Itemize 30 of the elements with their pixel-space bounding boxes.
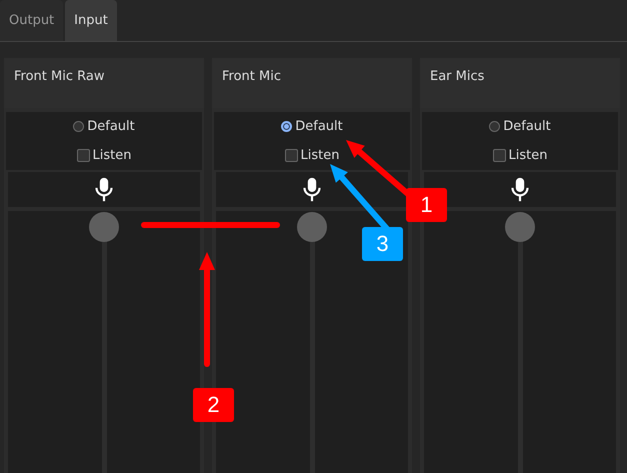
- listen-checkbox[interactable]: Listen: [284, 148, 340, 163]
- checkbox-icon[interactable]: [284, 149, 298, 162]
- slider-handle[interactable]: [505, 212, 535, 242]
- channel-name: Ear Mics: [430, 69, 484, 84]
- checkbox-icon[interactable]: [492, 149, 506, 162]
- listen-checkbox[interactable]: Listen: [492, 148, 548, 163]
- default-radio[interactable]: Default: [73, 119, 135, 134]
- tab[interactable]: Input: [65, 0, 117, 41]
- listen-checkbox[interactable]: Listen: [76, 148, 132, 163]
- mute-button[interactable]: [8, 172, 200, 207]
- radio-icon[interactable]: [281, 121, 292, 132]
- slider-handle[interactable]: [297, 212, 327, 242]
- slider-handle[interactable]: [89, 212, 119, 242]
- checkbox-icon[interactable]: [76, 149, 90, 162]
- channel-name: Front Mic: [222, 69, 281, 84]
- callout-badge: 3: [362, 227, 403, 261]
- microphone-icon: [510, 177, 530, 202]
- callout-badge: 1: [406, 188, 447, 222]
- volume-slider[interactable]: [8, 211, 200, 473]
- mute-button[interactable]: [216, 172, 408, 207]
- radio-icon[interactable]: [489, 121, 500, 132]
- tab[interactable]: Output: [0, 0, 64, 41]
- radio-icon[interactable]: [73, 121, 84, 132]
- default-radio[interactable]: Default: [281, 119, 343, 134]
- channel-name: Front Mic Raw: [14, 69, 104, 84]
- microphone-icon: [302, 177, 322, 202]
- microphone-icon: [94, 177, 114, 202]
- volume-slider[interactable]: [424, 211, 616, 473]
- default-radio[interactable]: Default: [489, 119, 551, 134]
- callout-badge: 2: [193, 388, 234, 422]
